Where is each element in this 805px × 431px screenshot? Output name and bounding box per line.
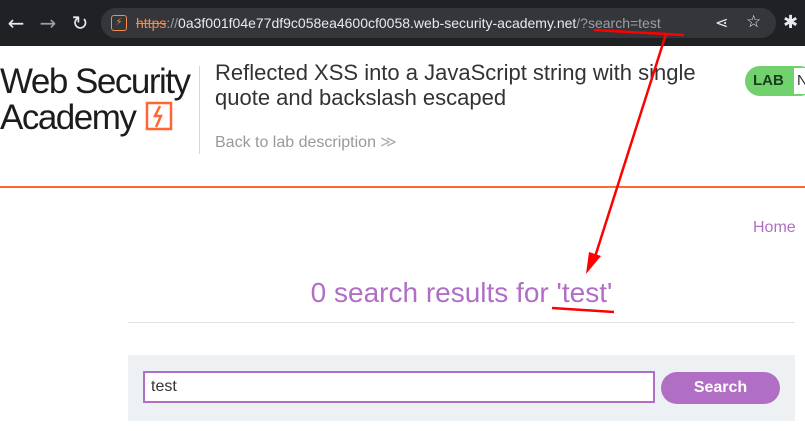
- lab-header: Web Security Academy Reflected XSS into …: [0, 46, 805, 186]
- search-input[interactable]: [143, 371, 655, 403]
- lab-title: Reflected XSS into a JavaScript string w…: [215, 60, 696, 110]
- lightning-logo-icon: [145, 101, 173, 131]
- lab-status-badge: LAB N: [745, 66, 805, 96]
- web-security-academy-logo[interactable]: Web Security Academy: [0, 64, 200, 144]
- logo-text-line1: Web Security: [0, 62, 191, 101]
- not-secure-warning-icon[interactable]: ⚡: [111, 15, 127, 31]
- url-path: /?search=test: [576, 15, 661, 31]
- results-prefix: 0 search results for: [310, 277, 557, 308]
- content-divider: [128, 322, 795, 323]
- share-icon[interactable]: ⋖: [715, 13, 728, 32]
- header-orange-rule: [0, 186, 805, 188]
- reload-icon[interactable]: ↻: [68, 11, 92, 35]
- lab-status-text: N: [794, 68, 805, 94]
- arrow-left-icon[interactable]: ←: [4, 11, 28, 35]
- search-results-heading: 0 search results for 'test': [128, 277, 795, 309]
- back-link-label: Back to lab description: [215, 134, 376, 151]
- puzzle-icon[interactable]: ✱: [783, 12, 798, 33]
- back-to-lab-description-link[interactable]: Back to lab description ≫: [215, 132, 397, 152]
- header-divider: [199, 66, 200, 154]
- address-bar[interactable]: ⚡ https://0a3f001f04e77df9c058ea4600cf00…: [101, 8, 776, 38]
- url-separator: ://: [166, 15, 179, 31]
- arrow-right-icon[interactable]: →: [36, 11, 60, 35]
- url-host: 0a3f001f04e77df9c058ea4600cf0058.web-sec…: [178, 15, 577, 31]
- logo-text-line2: Academy: [0, 98, 137, 137]
- browser-toolbar: ← → ↻ ⚡ https://0a3f001f04e77df9c058ea46…: [0, 0, 805, 46]
- arrow-annotation-head: [586, 252, 601, 274]
- search-panel: Search: [128, 355, 795, 421]
- lab-badge-label: LAB: [753, 72, 784, 89]
- home-link[interactable]: Home: [753, 219, 796, 237]
- double-chevron-right-icon: ≫: [379, 132, 397, 151]
- search-button[interactable]: Search: [661, 372, 780, 404]
- star-icon[interactable]: ☆: [746, 12, 761, 32]
- url-text[interactable]: https://0a3f001f04e77df9c058ea4600cf0058…: [136, 15, 661, 31]
- results-query: 'test': [556, 277, 613, 308]
- url-scheme: https: [136, 15, 167, 31]
